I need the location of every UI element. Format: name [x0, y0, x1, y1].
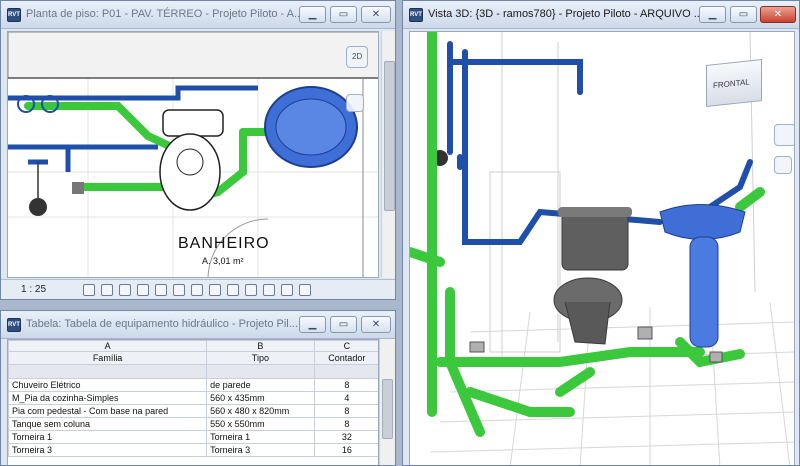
cell-contador[interactable]: 8 — [313, 378, 378, 392]
cell-tipo[interactable]: Torneira 1 — [206, 430, 315, 444]
column-letter[interactable]: C — [313, 340, 378, 352]
schedule-scrollbar[interactable] — [379, 339, 395, 465]
floor-plan-scrollbar[interactable] — [381, 31, 395, 278]
revit-app-icon: RVT — [409, 8, 423, 22]
close-button[interactable]: ✕ — [760, 6, 796, 23]
room-name: BANHEIRO — [178, 235, 270, 252]
temporary-hide-icon[interactable] — [191, 284, 203, 296]
table-row[interactable]: Torneira 1 Torneira 1 32 — [8, 430, 378, 444]
schedule-window[interactable]: RVT Tabela: Tabela de equipamento hidráu… — [0, 310, 396, 466]
shadows-icon[interactable] — [137, 284, 149, 296]
column-header-row: Família Tipo Contador — [8, 351, 378, 365]
floor-plan-titlebar[interactable]: RVT Planta de piso: P01 - PAV. TÉRREO - … — [1, 1, 395, 29]
pin-icon[interactable] — [281, 284, 293, 296]
floor-plan-scroll-thumb[interactable] — [384, 61, 395, 211]
constraints-icon[interactable] — [263, 284, 275, 296]
floor-tiles — [429, 301, 794, 465]
wall-top — [8, 32, 378, 79]
cell-familia[interactable]: Pia com pedestal - Com base na pared — [8, 404, 208, 418]
show-crop-icon[interactable] — [173, 284, 185, 296]
revit-app-icon: RVT — [7, 8, 21, 22]
table-row[interactable]: Torneira 3 Torneira 3 16 — [8, 443, 378, 457]
crop-view-icon[interactable] — [155, 284, 167, 296]
reveal-hidden-icon[interactable] — [209, 284, 221, 296]
cell-familia[interactable]: Tanque sem coluna — [8, 417, 208, 431]
view-cube-2d[interactable]: 2D — [346, 46, 368, 68]
floor-plan-window[interactable]: RVT Planta de piso: P01 - PAV. TÉRREO - … — [0, 0, 396, 300]
visual-style-icon[interactable] — [101, 284, 113, 296]
cell-contador[interactable]: 32 — [313, 430, 378, 444]
steering-wheel-icon[interactable] — [774, 124, 794, 146]
analysis-icon[interactable] — [227, 284, 239, 296]
column-letter[interactable]: B — [206, 340, 315, 352]
schedule-titlebar[interactable]: RVT Tabela: Tabela de equipamento hidráu… — [1, 311, 395, 339]
close-button[interactable]: ✕ — [361, 6, 391, 23]
cell-tipo[interactable]: 550 x 550mm — [206, 417, 315, 431]
drain-pipes — [24, 102, 277, 206]
view3d-window[interactable]: RVT Vista 3D: {3D - ramos780} - Projeto … — [402, 0, 800, 466]
cell-familia[interactable]: M_Pia da cozinha-Simples — [8, 391, 208, 405]
detail-level-icon[interactable] — [83, 284, 95, 296]
minimize-button[interactable]: ▁ — [299, 316, 326, 333]
schedule-title: Tabela: Tabela de equipamento hidráulico… — [26, 318, 298, 330]
view-cube[interactable]: FRONTAL — [706, 59, 762, 107]
view-scale[interactable]: 1 : 25 — [21, 284, 46, 295]
cell-tipo[interactable]: 560 x 480 x 820mm — [206, 404, 315, 418]
cell-tipo[interactable]: 560 x 435mm — [206, 391, 315, 405]
cell-contador[interactable]: 8 — [313, 417, 378, 431]
column-header-contador[interactable]: Contador — [313, 351, 378, 365]
sink-plan — [264, 86, 358, 168]
zoom-icon[interactable] — [774, 156, 792, 174]
cell-familia[interactable]: Torneira 1 — [8, 430, 208, 444]
cell-tipo[interactable]: de parede — [206, 378, 315, 392]
toilet-plan — [159, 109, 224, 211]
cell-contador[interactable]: 8 — [313, 404, 378, 418]
revit-app-icon: RVT — [7, 318, 21, 332]
column-letter[interactable]: A — [8, 340, 208, 352]
table-row[interactable]: Tanque sem coluna 550 x 550mm 8 — [8, 417, 378, 431]
highlight-icon[interactable] — [245, 284, 257, 296]
floor-drain — [72, 182, 84, 194]
view3d-titlebar[interactable]: RVT Vista 3D: {3D - ramos780} - Projeto … — [403, 1, 799, 29]
table-row[interactable]: Chuveiro Elétrico de parede 8 — [8, 378, 378, 392]
maximize-button[interactable]: ▭ — [330, 6, 357, 23]
cell-contador[interactable]: 16 — [313, 443, 378, 457]
table-row[interactable]: Pia com pedestal - Com base na pared 560… — [8, 404, 378, 418]
minimize-button[interactable]: ▁ — [299, 6, 326, 23]
minimize-button[interactable]: ▁ — [699, 6, 726, 23]
blank-row — [8, 364, 378, 379]
cell-familia[interactable]: Chuveiro Elétrico — [8, 378, 208, 392]
column-header-tipo[interactable]: Tipo — [206, 351, 315, 365]
view-cube-2d-label: 2D — [352, 52, 363, 61]
column-letter-row: A B C — [8, 340, 378, 352]
close-button[interactable]: ✕ — [361, 316, 391, 333]
view3d-canvas[interactable]: FRONTAL — [409, 31, 795, 465]
sun-path-icon[interactable] — [119, 284, 131, 296]
column-header-familia[interactable]: Família — [8, 351, 208, 365]
floor-plan-canvas[interactable]: BANHEIRO A. 3,01 m² 2D — [7, 31, 379, 278]
view3d-title: Vista 3D: {3D - ramos780} - Projeto Pilo… — [428, 8, 703, 20]
room-area: A. 3,01 m² — [202, 256, 244, 266]
toilet-3d — [553, 207, 632, 345]
shower-drain — [29, 198, 47, 216]
schedule-scroll-thumb[interactable] — [382, 379, 393, 439]
schedule-grid[interactable]: A B C Família Tipo Contador Chuveiro Elé… — [7, 339, 379, 465]
equipment-schedule-table: A B C Família Tipo Contador Chuveiro Elé… — [8, 340, 378, 457]
floor-plan-view-control-bar: 1 : 25 — [1, 279, 395, 299]
maximize-button[interactable]: ▭ — [730, 6, 757, 23]
maximize-button[interactable]: ▭ — [330, 316, 357, 333]
workset-icon[interactable] — [299, 284, 311, 296]
cell-familia[interactable]: Torneira 3 — [8, 443, 208, 457]
table-row[interactable]: M_Pia da cozinha-Simples 560 x 435mm 4 — [8, 391, 378, 405]
view-cube-face-label: FRONTAL — [713, 77, 750, 91]
cell-contador[interactable]: 4 — [313, 391, 378, 405]
zoom-icon[interactable] — [346, 94, 364, 112]
cell-tipo[interactable]: Torneira 3 — [206, 443, 315, 457]
floor-plan-title: Planta de piso: P01 - PAV. TÉRREO - Proj… — [26, 8, 304, 20]
